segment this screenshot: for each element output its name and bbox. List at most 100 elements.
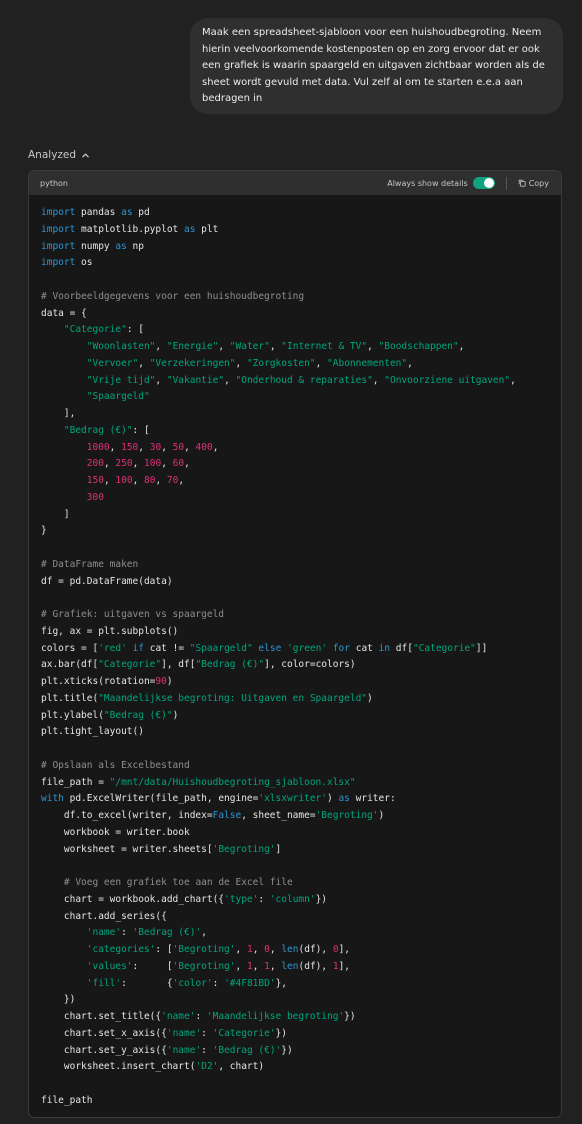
code-token: import — [41, 207, 76, 218]
code-token: : — [258, 893, 270, 905]
code-token: } — [41, 525, 47, 537]
code-token: ) — [172, 709, 179, 721]
analyzed-toggle[interactable]: Analyzed — [28, 146, 90, 164]
code-token: , — [103, 475, 116, 486]
code-token: 70 — [166, 475, 179, 486]
code-token: as — [115, 240, 127, 252]
code-line: ] — [41, 507, 516, 524]
code-token: 'fill' — [86, 977, 122, 989]
code-token: file_path — [41, 1094, 93, 1106]
code-token: , — [235, 357, 247, 369]
code-token: 'column' — [269, 893, 316, 905]
code-token: 200 — [86, 458, 104, 470]
code-token: data = { — [41, 307, 87, 319]
code-token: "Bedrag (€)" — [195, 659, 265, 671]
code-token: ], color=colors) — [264, 659, 356, 671]
code-token: df[ — [390, 642, 413, 654]
code-token: , — [252, 960, 265, 972]
code-token: 150 — [121, 441, 139, 453]
code-token: chart.set_title({ — [41, 1011, 162, 1022]
code-token: ) — [367, 692, 373, 704]
code-line: # Voeg een grafiek toe aan de Excel file — [41, 875, 516, 892]
code-token: with — [41, 793, 64, 805]
code-token: chart = workbook.add_chart({ — [41, 893, 225, 905]
code-token: ] — [275, 843, 282, 855]
code-token: , — [161, 458, 173, 470]
code-token: : — [195, 1011, 207, 1022]
code-token: 'Maandelijkse begroting' — [206, 1011, 345, 1022]
code-token: 50 — [172, 441, 185, 453]
always-show-details-toggle[interactable] — [472, 177, 495, 189]
code-token: worksheet = writer.sheets[ — [41, 843, 213, 855]
code-token: , — [201, 927, 207, 939]
copy-icon — [518, 179, 526, 187]
code-line: chart.set_title({'name': 'Maandelijkse b… — [41, 1009, 516, 1026]
code-token: , — [184, 441, 196, 453]
code-line: 200, 250, 100, 60, — [41, 456, 516, 473]
code-token: ) — [327, 793, 339, 805]
code-token: cat != — [144, 642, 190, 654]
code-token: 'green' — [287, 642, 328, 654]
code-line: 150, 100, 80, 70, — [41, 473, 516, 490]
code-token: ], — [338, 944, 351, 955]
code-token: , — [184, 458, 190, 470]
code-token: # Voorbeeldgegevens voor een huishoudbeg… — [41, 290, 305, 302]
code-token: 'color' — [172, 977, 213, 989]
code-token: chart.set_x_axis({ — [41, 1027, 167, 1039]
code-token: , — [367, 341, 379, 352]
code-token: 'Begroting' — [172, 944, 236, 955]
code-token: # Voeg een grafiek toe aan de Excel file — [63, 877, 293, 888]
code-token: , chart) — [218, 1061, 265, 1073]
code-token: "Bedrag (€)" — [103, 709, 173, 721]
code-header-actions: Always show details Copy — [387, 176, 549, 190]
code-token: 250 — [115, 458, 133, 470]
code-line: fig, ax = plt.subplots() — [41, 624, 516, 641]
code-token: ] — [41, 508, 70, 520]
code-token: (df), — [298, 944, 333, 955]
code-token: 'Begroting' — [315, 810, 379, 821]
code-token: , — [224, 374, 236, 386]
code-token: fig, ax = plt.subplots() — [41, 625, 179, 637]
code-line: ax.bar(df["Categorie"], df["Bedrag (€)"]… — [41, 657, 516, 674]
code-token: os — [75, 257, 93, 269]
code-token: plt.xticks(rotation= — [41, 676, 156, 687]
always-show-details-label: Always show details — [387, 178, 468, 188]
code-token: }) — [275, 1027, 287, 1039]
code-token: pd.ExcelWriter(file_path, engine= — [63, 793, 259, 805]
code-token: "Abonnementen" — [327, 357, 408, 369]
code-token: , — [269, 944, 282, 955]
code-token: 1000 — [86, 441, 110, 453]
copy-button[interactable]: Copy — [518, 179, 549, 188]
code-line: }) — [41, 992, 516, 1009]
code-token: 'name' — [166, 1044, 202, 1056]
code-token: "Boodschappen" — [378, 341, 459, 352]
code-content[interactable]: import pandas as pd import matplotlib.pyp… — [41, 205, 516, 1110]
code-token: # Opslaan als Excelbestand — [41, 759, 190, 771]
code-token: (df), — [298, 960, 333, 972]
code-token: }) — [281, 1044, 293, 1056]
code-line: 'categories': ['Begroting', 1, 0, len(df… — [41, 942, 516, 959]
code-line: "Spaargeld" — [41, 389, 516, 406]
code-line: # Opslaan als Excelbestand — [41, 758, 516, 775]
toggle-knob — [483, 178, 494, 188]
code-token: "Categorie" — [98, 659, 162, 671]
always-show-details: Always show details — [387, 177, 495, 189]
code-token: if — [132, 642, 144, 654]
code-token: writer: — [349, 793, 396, 805]
code-token: len — [281, 944, 299, 955]
code-token: plt — [195, 223, 219, 235]
code-line: } — [41, 523, 516, 540]
user-message-bubble: Maak een spreadsheet-sjabloon voor een h… — [190, 18, 563, 114]
code-token: "Onderhoud & reparaties" — [235, 374, 373, 386]
code-token: : [ — [126, 324, 144, 336]
code-token: ]] — [475, 642, 488, 654]
code-token: '#4F81BD' — [224, 977, 276, 989]
code-token: 'red' — [98, 642, 127, 654]
code-token: , — [138, 357, 150, 369]
